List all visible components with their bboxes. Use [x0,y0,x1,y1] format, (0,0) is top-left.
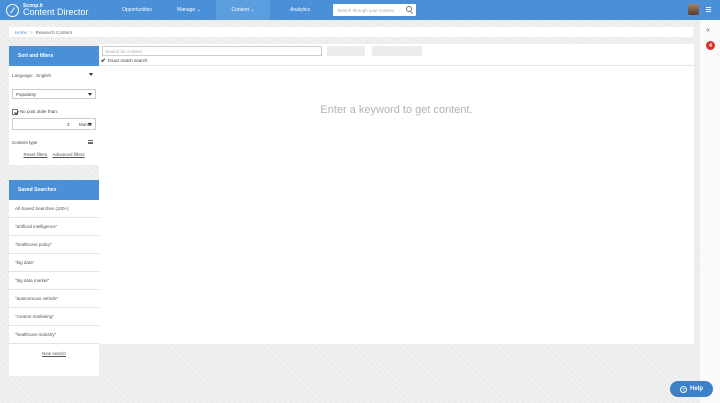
age-filter-toggle[interactable]: No post older than: [12,108,58,115]
saved-search-item[interactable]: "content marketing" [9,308,99,326]
global-search-placeholder: Search through your content [337,7,394,13]
breadcrumb-separator: > [30,29,33,35]
checkmark-icon[interactable] [101,58,105,62]
language-value: English [36,72,52,78]
reset-filters-link[interactable]: Reset filters [23,152,47,157]
exact-match-toggle[interactable]: Exact match search [99,57,148,63]
avatar[interactable] [688,4,699,15]
right-side-strip [700,20,720,403]
language-label: Language: [12,72,34,78]
nav-manage[interactable]: Manage ⌄ [168,0,210,20]
logo-icon [6,3,19,17]
saved-search-item[interactable]: "big data" [9,254,99,272]
content-type-row[interactable]: Content type [12,138,96,146]
saved-search-item[interactable]: "healthcare policy" [9,236,99,254]
top-navigation-bar: Scoop.it Content Director Opportunities … [0,0,720,20]
hamburger-menu-icon[interactable] [706,7,711,12]
list-icon[interactable] [88,140,93,144]
search-button[interactable] [327,46,365,56]
saved-search-item[interactable]: "healthcare industry" [9,326,99,344]
chevron-down-icon [89,73,93,76]
help-icon: ? [679,385,687,393]
collapse-icon[interactable]: « [706,27,710,34]
content-main-area: Search for content Exact match search En… [99,44,694,344]
content-search-placeholder: Search for content [105,48,142,54]
notification-badge[interactable]: 4 [706,41,715,50]
content-search-input[interactable]: Search for content [102,46,322,56]
saved-searches-panel: Saved Searches All Saved Searches (100+)… [9,180,99,376]
advanced-filters-link[interactable]: Advanced filters [53,152,85,157]
saved-searches-title: Saved Searches [9,180,99,200]
age-value[interactable]: 3 [67,122,70,127]
language-select[interactable]: Language: English [12,70,96,80]
sort-filters-title: Sort and filters [9,46,99,66]
sort-filters-panel: Sort and filters Language: English Popul… [9,46,99,165]
brand-bottom: Content Director [23,6,89,17]
breadcrumb-home[interactable]: Home [15,30,27,35]
saved-search-item[interactable]: "autonomous vehicle" [9,290,99,308]
save-search-button[interactable] [372,46,422,56]
saved-search-item[interactable]: "artificial intelligence" [9,218,99,236]
sort-value: Popularity [16,91,37,97]
new-search-link[interactable]: New search [9,351,99,356]
sort-select[interactable]: Popularity [12,89,96,99]
chevron-down-icon [88,93,92,96]
empty-state-message: Enter a keyword to get content. [320,104,473,116]
breadcrumb: Home > Research Content [9,27,693,37]
content-type-label: Content type [12,139,38,145]
filter-links: Reset filters Advanced filters [9,152,99,157]
age-filter-select[interactable]: 3 Month [12,118,96,130]
app-logo[interactable]: Scoop.it Content Director [6,2,89,18]
breadcrumb-current: Research Content [35,29,72,35]
saved-search-item[interactable]: "big data market" [9,272,99,290]
nav-opportunities[interactable]: Opportunities [112,0,162,20]
nav-content[interactable]: Content ⌄ [216,0,270,20]
nav-analytics[interactable]: Analytics [282,0,318,20]
chevron-down-icon [88,123,92,126]
divider [99,65,694,66]
help-label: Help [689,386,703,392]
search-icon[interactable] [406,6,412,12]
saved-search-item[interactable]: All Saved Searches (100+) [9,200,99,218]
global-search-input[interactable]: Search through your content [333,4,416,16]
age-filter-label: No post older than: [20,109,59,114]
help-button[interactable]: ? Help [670,381,713,397]
age-filter-checkbox[interactable] [12,108,18,115]
exact-match-label: Exact match search [108,57,148,63]
